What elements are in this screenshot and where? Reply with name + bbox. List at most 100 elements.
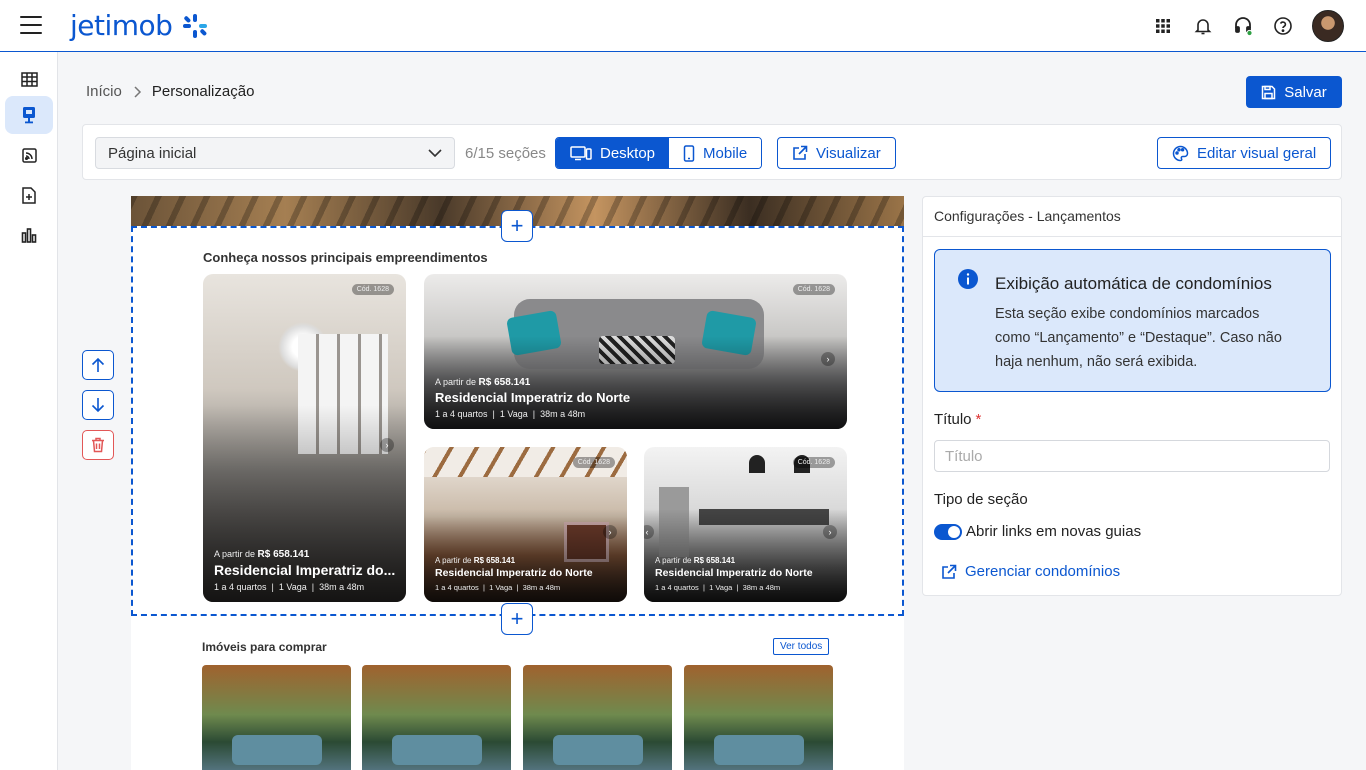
card-from-label: A partir de [214,549,256,559]
mobile-icon [683,144,695,162]
support-headset-icon[interactable] [1232,15,1254,37]
edit-visual-button[interactable]: Editar visual geral [1157,137,1332,169]
info-alert: Exibição automática de condomínios Esta … [934,249,1331,392]
trash-icon [92,437,104,453]
device-toggle: Desktop Mobile [555,137,763,169]
property-thumbnail[interactable] [684,665,833,770]
property-card[interactable]: Cód. 1628 › A partir de R$ 658.141 Resid… [203,274,406,602]
card-rooms: 1 a 4 quartos [214,582,267,592]
top-bar: jetimob [0,0,1366,52]
external-link-icon [793,145,808,160]
move-up-button[interactable] [82,350,114,380]
delete-section-button[interactable] [82,430,114,460]
settings-panel: Configurações - Lançamentos Exibição aut… [922,196,1342,596]
card-name: Residencial Imperatriz do Norte [655,567,813,579]
breadcrumb: Início Personalização [86,83,254,100]
property-card[interactable]: Cód. 1628 ‹ › A partir de R$ 658.141 Res… [644,447,847,602]
logo-mark-icon [183,14,207,38]
move-down-button[interactable] [82,390,114,420]
document-add-icon [22,186,36,204]
chevron-right-icon [134,85,141,98]
card-from-label: A partir de [655,556,692,565]
buy-section-title: Imóveis para comprar [202,640,327,654]
palette-icon [1172,145,1189,161]
card-code: Cód. 1628 [792,284,835,295]
manage-condominiums-link[interactable]: Gerenciar condomínios [941,563,1120,580]
card-code: Cód. 1628 [351,284,394,295]
editor-toolbar: Página inicial 6/15 seções Desktop Mobil… [82,124,1342,180]
breadcrumb-home[interactable]: Início [86,83,122,100]
open-links-label: Abrir links em novas guias [966,523,1142,540]
alert-title: Exibição automática de condomínios [995,274,1272,293]
card-rooms: 1 a 4 quartos [435,583,479,592]
chevron-right-icon[interactable]: › [821,351,835,366]
manage-condominiums-label: Gerenciar condomínios [965,563,1121,580]
card-price: R$ 658.141 [473,556,516,565]
sidebar-item-reports[interactable] [5,216,53,254]
card-rooms: 1 a 4 quartos [435,409,488,419]
save-icon [1261,85,1276,99]
arrow-down-icon [91,398,105,413]
save-button[interactable]: Salvar [1246,76,1342,108]
bell-icon[interactable] [1192,15,1214,37]
chevron-right-icon[interactable]: › [823,524,837,539]
preview-label: Visualizar [816,144,881,162]
menu-icon[interactable] [20,16,42,34]
avatar[interactable] [1312,10,1344,42]
chart-icon [21,228,37,243]
title-input[interactable] [934,440,1330,472]
open-links-toggle[interactable] [934,524,962,540]
desktop-icon [570,146,592,161]
mobile-button[interactable]: Mobile [669,138,762,168]
alert-body: Esta seção exibe condomínios marcados co… [995,306,1282,370]
see-all-button[interactable]: Ver todos [773,638,830,655]
page-preview: Conheça nossos principais empreendimento… [131,196,904,770]
sections-count: 6/15 seções [465,145,546,162]
card-price: R$ 658.141 [693,556,736,565]
add-section-below-button[interactable]: + [501,603,533,635]
chevron-down-icon [428,149,442,157]
card-area: 38m a 48m [319,582,365,592]
property-thumbnail[interactable] [362,665,511,770]
external-link-icon [942,564,957,579]
help-icon[interactable] [1272,15,1294,37]
panel-header: Configurações - Lançamentos [923,197,1341,237]
sidebar-item-table[interactable] [5,60,53,98]
info-icon [958,269,978,289]
card-parking: 1 Vaga [278,582,307,592]
card-parking: 1 Vaga [489,583,513,592]
preview-button[interactable]: Visualizar [777,137,896,169]
apps-grid-icon[interactable] [1152,15,1174,37]
property-card[interactable]: Cód. 1628 › A partir de R$ 658.141 Resid… [424,274,847,429]
sidebar-item-feed[interactable] [5,136,53,174]
property-thumbnail[interactable] [523,665,672,770]
card-from-label: A partir de [435,556,472,565]
property-thumbnail[interactable] [202,665,351,770]
edit-visual-label: Editar visual geral [1197,144,1317,162]
card-area: 38m a 48m [522,583,561,592]
required-marker: * [975,411,982,428]
card-area: 38m a 48m [540,409,586,419]
card-parking: 1 Vaga [499,409,528,419]
table-icon [20,71,38,87]
sidebar-item-site[interactable] [5,96,53,134]
desktop-button[interactable]: Desktop [556,138,670,168]
section-type-label: Tipo de seção [934,491,1028,508]
card-price: R$ 658.141 [478,377,531,388]
add-section-above-button[interactable]: + [501,210,533,242]
card-code: Cód. 1628 [792,457,835,468]
chevron-right-icon[interactable]: › [380,438,394,452]
sidebar-item-documents[interactable] [5,176,53,214]
arrow-up-icon [91,357,105,372]
page-select-value: Página inicial [108,144,197,162]
logo[interactable]: jetimob [70,9,173,42]
property-card[interactable]: Cód. 1628 › A partir de R$ 658.141 Resid… [424,447,627,602]
card-name: Residencial Imperatriz do Norte [435,567,593,579]
title-label: Título * [934,411,982,428]
card-name: Residencial Imperatriz do Norte [435,390,631,405]
card-code: Cód. 1628 [572,457,615,468]
breadcrumb-current: Personalização [151,83,255,100]
chevron-right-icon[interactable]: › [603,524,617,539]
page-select[interactable]: Página inicial [95,137,455,169]
sidebar [0,52,58,770]
